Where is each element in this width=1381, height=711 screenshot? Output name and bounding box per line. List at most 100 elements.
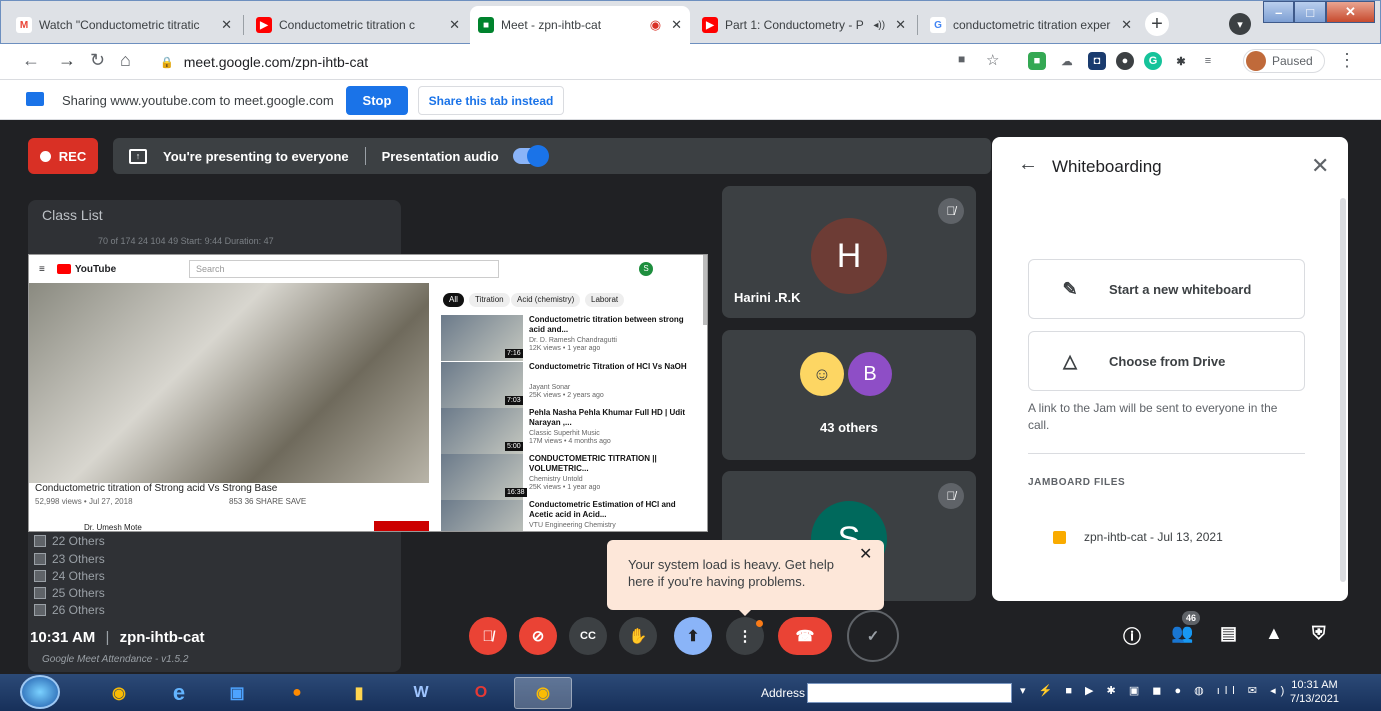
forward-icon[interactable]: → [58, 50, 76, 71]
class-list-row[interactable]: 25 Others [34, 585, 394, 601]
camera-toggle-button[interactable]: ⊘ [519, 617, 557, 655]
opera-icon[interactable]: O [452, 677, 510, 709]
tab-watch-video[interactable]: M Watch "Conductometric titratic ✕ [8, 6, 240, 44]
recommended-video: 7:16 Conductometric titration between str… [441, 315, 701, 363]
bookmark-star-icon[interactable]: ☆ [986, 51, 999, 69]
close-icon[interactable]: ✕ [859, 544, 872, 564]
close-tab-icon[interactable]: ✕ [895, 17, 906, 33]
camera-icon[interactable]: ■ [958, 52, 965, 66]
mic-toggle-button[interactable]: 🎙̸ [469, 617, 507, 655]
extension-icon[interactable]: ■ [1028, 52, 1046, 70]
grammarly-icon[interactable]: G [1144, 52, 1162, 70]
tab-google-search[interactable]: G conductometric titration exper ✕ [922, 6, 1140, 44]
close-window-button[interactable]: ✕ [1325, 1, 1375, 23]
extension-icon[interactable]: ◘ [1088, 52, 1106, 70]
host-controls-icon[interactable]: ⛨ [1312, 623, 1326, 644]
row-checkbox[interactable] [34, 535, 46, 548]
notification-dot [756, 620, 763, 627]
meeting-details-icon[interactable]: ⓘ [1123, 623, 1141, 649]
captions-icon: CC [580, 630, 596, 642]
channel-name: Dr. Umesh Mote [84, 523, 142, 532]
recommended-title: Conductometric Titration of HCl Vs NaOH [529, 362, 687, 371]
jam-link-note: A link to the Jam will be sent to everyo… [1028, 401, 1278, 432]
start-whiteboard-button[interactable]: ✎ Start a new whiteboard [1028, 259, 1305, 319]
panel-scrollbar[interactable] [1340, 198, 1346, 582]
extensions-puzzle-icon[interactable]: ✱ [1172, 52, 1190, 70]
close-tab-icon[interactable]: ✕ [671, 17, 682, 33]
row-checkbox[interactable] [34, 586, 46, 599]
tab-youtube-conductometric[interactable]: ▶ Conductometric titration c ✕ [248, 6, 468, 44]
jamboard-icon [1053, 530, 1066, 544]
home-icon[interactable]: ⌂ [120, 50, 131, 71]
choose-from-drive-button[interactable]: △ Choose from Drive [1028, 331, 1305, 391]
toast-pointer [737, 608, 753, 616]
close-tab-icon[interactable]: ✕ [1121, 17, 1132, 33]
close-tab-icon[interactable]: ✕ [449, 17, 460, 33]
participant-tile[interactable]: 🎙̸ H Harini .R.K [722, 186, 976, 318]
recommended-title: Conductometric Estimation of HCl and Ace… [529, 500, 676, 519]
reload-icon[interactable]: ↻ [90, 50, 105, 71]
system-load-toast[interactable]: Your system load is heavy. Get help here… [607, 540, 884, 610]
mic-off-icon: 🎙̸ [482, 627, 494, 645]
jamboard-file-item[interactable]: zpn-ihtb-cat - Jul 13, 2021 [1053, 530, 1223, 544]
media-player-icon[interactable]: ▣ [208, 677, 266, 709]
present-button[interactable]: ⬆ [674, 617, 712, 655]
class-list-row[interactable]: 26 Others [34, 602, 394, 618]
mic-off-icon: 🎙̸ [938, 198, 964, 224]
tab-meet[interactable]: ■ Meet - zpn-ihtb-cat ◉ ✕ [470, 6, 690, 44]
class-list-row[interactable]: 24 Others [34, 568, 394, 584]
taskbar-clock[interactable]: 10:31 AM 7/13/2021 [1290, 678, 1339, 706]
jamboard-file-name: zpn-ihtb-cat - Jul 13, 2021 [1084, 530, 1223, 544]
activities-icon[interactable]: ▲ [1265, 623, 1283, 644]
stop-sharing-button[interactable]: Stop [346, 86, 408, 115]
raise-hand-button[interactable]: ✋ [619, 617, 657, 655]
new-tab-button[interactable]: + [1145, 12, 1169, 36]
participant-tile-others[interactable]: ☺ B 43 others [722, 330, 976, 460]
firefox-icon[interactable]: ● [268, 677, 326, 709]
maximize-button[interactable]: □ [1294, 1, 1326, 23]
file-explorer-icon[interactable]: ▮ [330, 677, 388, 709]
class-list-row[interactable]: 22 Others [34, 533, 394, 549]
reading-list-icon[interactable]: ≡ [1199, 52, 1217, 70]
menu-kebab-icon[interactable]: ⋮ [1338, 50, 1356, 71]
word-icon[interactable]: W [392, 677, 450, 709]
row-checkbox[interactable] [34, 569, 46, 582]
chrome-active-taskbar-icon[interactable]: ◉ [514, 677, 572, 709]
mic-off-icon: 🎙̸ [938, 483, 964, 509]
recording-button[interactable]: REC [28, 138, 98, 174]
back-icon[interactable]: ← [22, 50, 40, 71]
chat-icon[interactable]: ▤ [1220, 623, 1237, 644]
start-button[interactable] [20, 675, 60, 709]
participant-name: Harini .R.K [734, 290, 801, 305]
others-count-label: 43 others [820, 420, 878, 435]
profile-status: Paused [1272, 54, 1313, 68]
tab-part1-conductometry[interactable]: ▶ Part 1: Conductometry - P ◂)) ✕ [694, 6, 914, 44]
internet-explorer-icon[interactable]: e [150, 677, 208, 709]
chrome-taskbar-icon[interactable]: ◉ [90, 677, 148, 709]
tab-search-icon[interactable]: ▾ [1229, 13, 1251, 35]
address-toolbar-input[interactable] [807, 683, 1012, 703]
row-checkbox[interactable] [34, 603, 46, 616]
row-label: 25 Others [52, 585, 105, 600]
row-checkbox[interactable] [34, 552, 46, 565]
back-arrow-icon[interactable]: ← [1018, 153, 1038, 176]
system-tray-icons[interactable]: ▾ ⚡ ■ ▶ ✱ ▣ ◼ ● ◍ ıll ✉ ◂) [1020, 684, 1289, 697]
sharing-text: Sharing www.youtube.com to meet.google.c… [62, 93, 334, 108]
captions-button[interactable]: CC [569, 617, 607, 655]
divider [1028, 453, 1305, 454]
close-tab-icon[interactable]: ✕ [221, 17, 232, 33]
extension-cloud-icon[interactable]: ☁ [1058, 52, 1076, 70]
video-actions: 853 36 SHARE SAVE [229, 497, 307, 506]
presentation-audio-toggle[interactable] [512, 145, 549, 167]
extension-icon[interactable]: ● [1116, 52, 1134, 70]
minimize-button[interactable]: – [1263, 1, 1295, 23]
omnibox[interactable]: 🔒 meet.google.com/zpn-ihtb-cat [150, 49, 930, 75]
close-icon[interactable]: ✕ [1311, 153, 1329, 179]
profile-button[interactable]: Paused [1243, 49, 1325, 73]
extension-check-button[interactable]: ✓ [847, 610, 899, 662]
emoji-avatar-icon: ☺ [800, 352, 844, 396]
leave-call-button[interactable]: ☎ [778, 617, 832, 655]
class-list-row[interactable]: 23 Others [34, 551, 394, 567]
people-icon[interactable]: 👥 [1171, 623, 1193, 644]
share-this-tab-button[interactable]: Share this tab instead [418, 86, 564, 115]
